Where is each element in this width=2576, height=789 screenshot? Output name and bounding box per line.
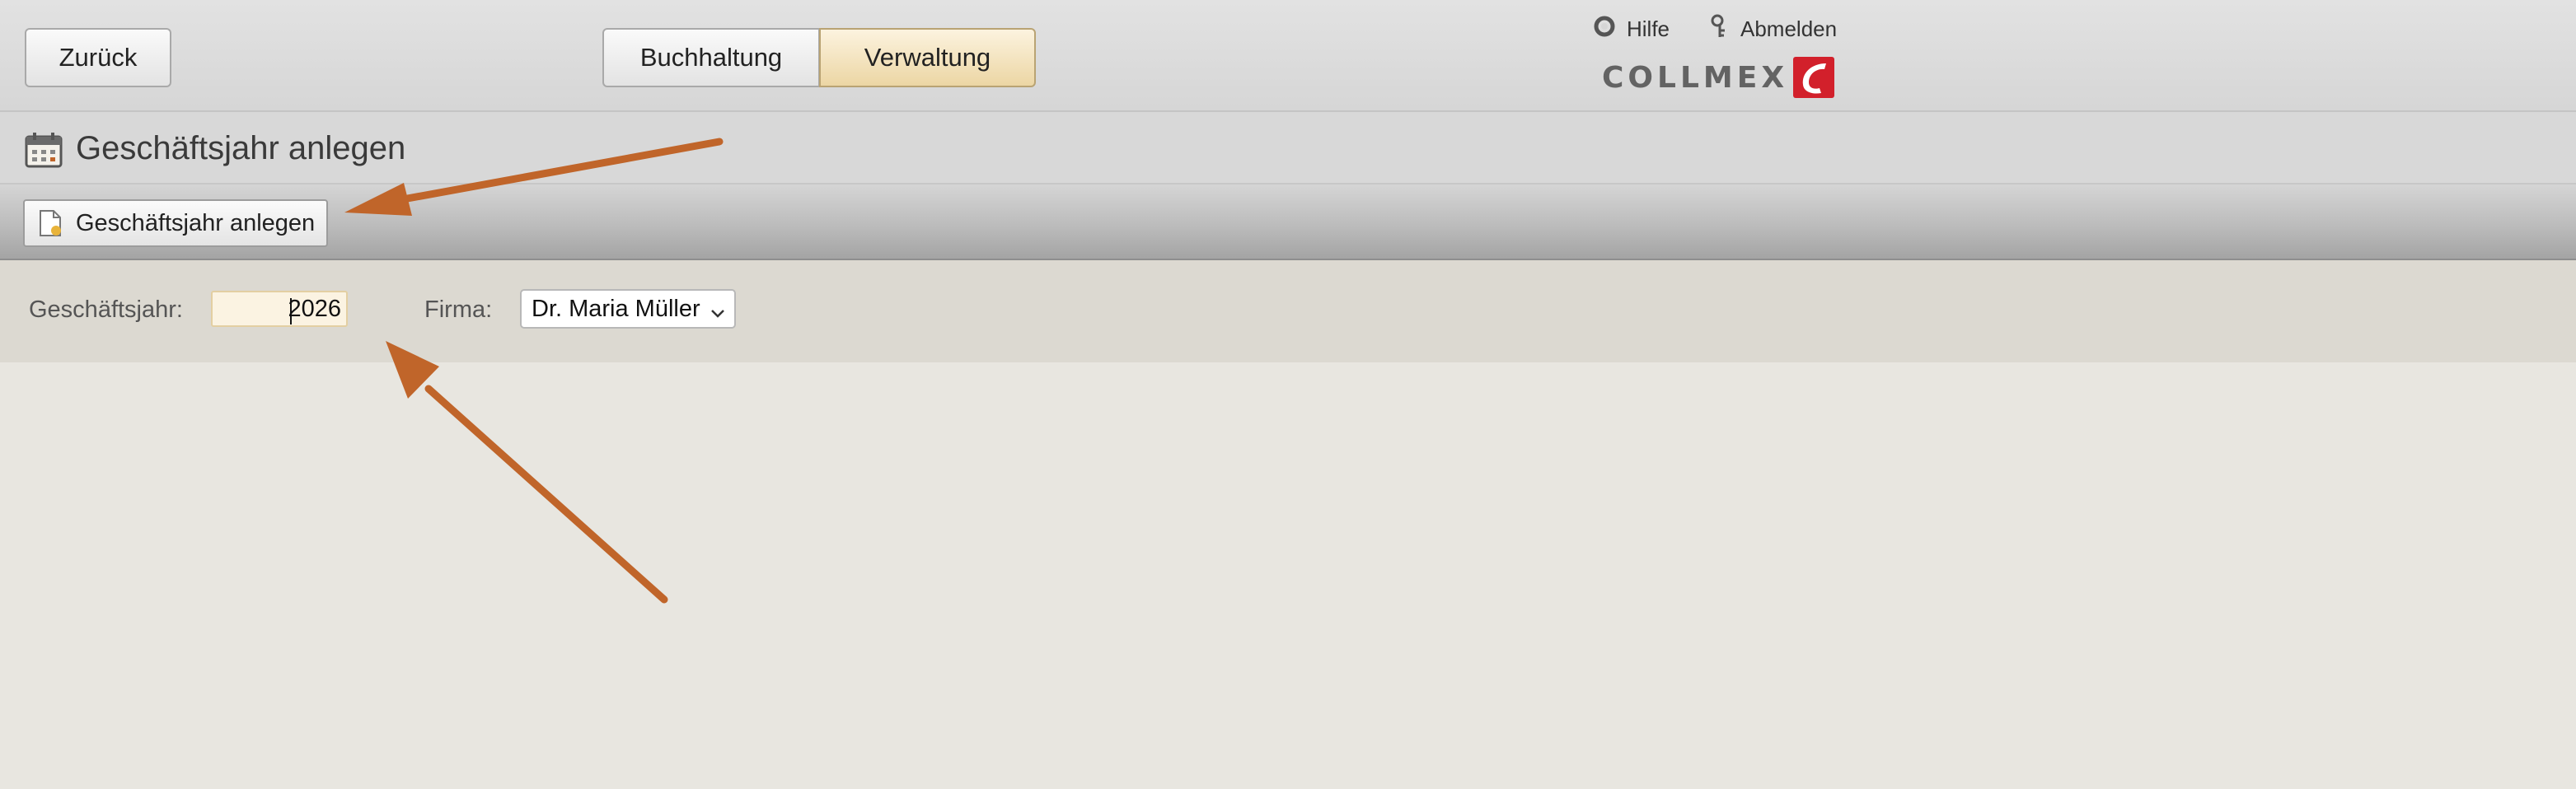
help-link[interactable]: Hilfe bbox=[1594, 15, 1670, 43]
lifebuoy-icon bbox=[1594, 16, 1615, 43]
top-navigation-bar: Zurück Buchhaltung Verwaltung Hilfe Abme… bbox=[0, 0, 2576, 112]
back-button[interactable]: Zurück bbox=[25, 28, 171, 87]
new-document-icon bbox=[38, 209, 63, 237]
filter-form: Geschäftsjahr: Firma: Dr. Maria Müller bbox=[0, 260, 2576, 362]
company-label: Firma: bbox=[424, 296, 493, 323]
tab-buchhaltung[interactable]: Buchhaltung bbox=[602, 28, 820, 87]
calendar-icon bbox=[25, 132, 63, 172]
create-fiscal-year-button[interactable]: Geschäftsjahr anlegen bbox=[23, 199, 328, 247]
logout-label: Abmelden bbox=[1740, 16, 1838, 41]
fiscal-year-label: Geschäftsjahr: bbox=[29, 296, 183, 323]
logo-text: COLLMEX bbox=[1602, 60, 1789, 95]
page-title: Geschäftsjahr anlegen bbox=[76, 130, 406, 166]
logo-mark-icon bbox=[1793, 57, 1835, 98]
tab-verwaltung[interactable]: Verwaltung bbox=[819, 28, 1036, 87]
company-select[interactable]: Dr. Maria Müller bbox=[520, 289, 736, 329]
action-toolbar: Geschäftsjahr anlegen bbox=[0, 184, 2576, 260]
chevron-down-icon bbox=[710, 301, 726, 328]
create-fiscal-year-label: Geschäftsjahr anlegen bbox=[76, 209, 316, 236]
help-label: Hilfe bbox=[1627, 16, 1670, 41]
annotation-arrow-to-year-input bbox=[386, 341, 668, 604]
logout-link[interactable]: Abmelden bbox=[1711, 14, 1838, 44]
collmex-logo: COLLMEX bbox=[1602, 56, 1835, 99]
key-icon bbox=[1711, 14, 1729, 44]
fiscal-year-input[interactable] bbox=[211, 291, 348, 327]
text-cursor bbox=[290, 298, 292, 324]
company-select-value: Dr. Maria Müller bbox=[532, 295, 700, 322]
page-title-bar: Geschäftsjahr anlegen bbox=[0, 112, 2576, 184]
